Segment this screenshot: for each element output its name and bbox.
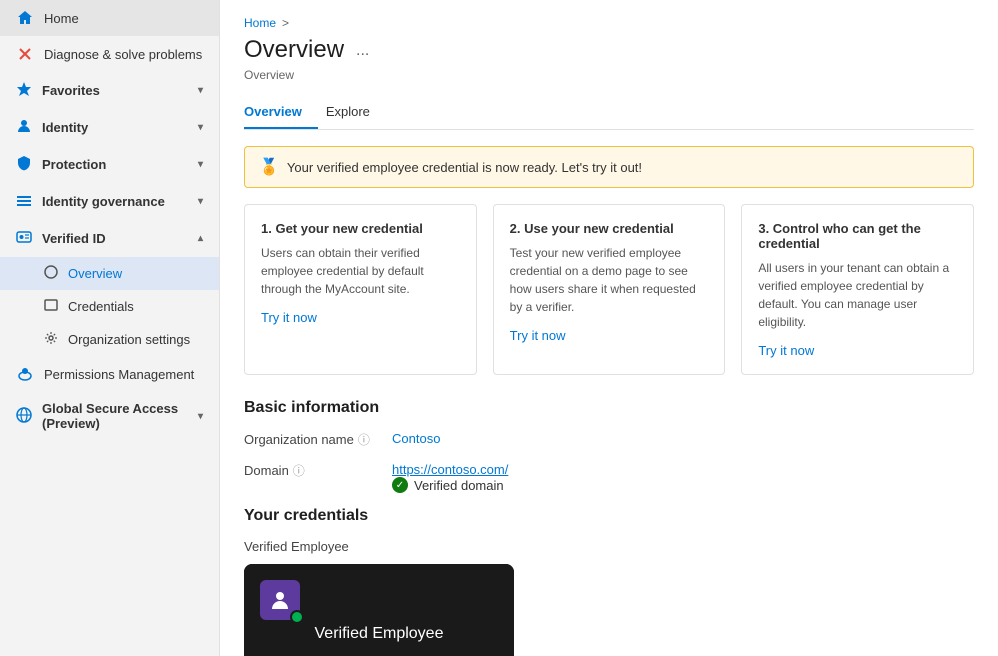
org-name-row: Organization name ⓘ Contoso <box>244 431 974 448</box>
breadcrumb: Home > <box>244 16 974 30</box>
banner: 🏅 Your verified employee credential is n… <box>244 146 974 188</box>
diagnose-icon <box>16 45 34 63</box>
sidebar-subitem-org-settings[interactable]: Organization settings <box>0 323 219 356</box>
credential-badge <box>290 610 304 624</box>
sidebar-verified-id-label: Verified ID <box>42 231 106 246</box>
card-3: 3. Control who can get the credential Al… <box>741 204 974 375</box>
org-name-value: Contoso <box>392 431 440 446</box>
chevron-down-icon: ▾ <box>198 159 203 170</box>
chevron-down-icon: ▾ <box>198 85 203 96</box>
chevron-up-icon: ▴ <box>198 233 203 244</box>
credentials-subtitle: Verified Employee <box>244 539 974 554</box>
credential-logo <box>260 580 300 620</box>
credentials-icon <box>44 298 58 315</box>
credential-name-overlay: Verified Employee <box>315 625 444 643</box>
sidebar-subitem-credentials-label: Credentials <box>68 299 134 314</box>
credentials-section-title: Your credentials <box>244 507 974 525</box>
banner-icon: 🏅 <box>259 157 279 177</box>
sidebar-item-home[interactable]: Home <box>0 0 219 36</box>
card-2-title: 2. Use your new credential <box>510 221 709 236</box>
overview-icon <box>44 265 58 282</box>
governance-icon <box>16 192 32 211</box>
page-subtitle: Overview <box>244 68 974 82</box>
tab-overview[interactable]: Overview <box>244 96 318 129</box>
sidebar-subitem-credentials[interactable]: Credentials <box>0 290 219 323</box>
breadcrumb-separator: > <box>282 16 289 30</box>
card-1-title: 1. Get your new credential <box>261 221 460 236</box>
page-title: Overview <box>244 36 344 64</box>
card-1-body: Users can obtain their verified employee… <box>261 244 460 298</box>
sidebar-item-identity[interactable]: Identity ▾ <box>0 109 219 146</box>
sidebar-item-identity-governance[interactable]: Identity governance ▾ <box>0 183 219 220</box>
domain-url[interactable]: https://contoso.com/ <box>392 462 508 477</box>
sidebar-item-diagnose[interactable]: Diagnose & solve problems <box>0 36 219 72</box>
tab-bar: Overview Explore <box>244 96 974 130</box>
sidebar-item-protection[interactable]: Protection ▾ <box>0 146 219 183</box>
domain-label: Domain ⓘ <box>244 462 384 479</box>
more-options-button[interactable]: ... <box>352 42 373 60</box>
org-settings-icon <box>44 331 58 348</box>
verified-domain-text: Verified domain <box>414 478 504 493</box>
banner-text: Your verified employee credential is now… <box>287 160 642 175</box>
credential-card: Verified Employee Contoso <box>244 564 514 656</box>
basic-info-title: Basic information <box>244 399 974 417</box>
sidebar-permissions-label: Permissions Management <box>44 367 194 382</box>
card-2: 2. Use your new credential Test your new… <box>493 204 726 375</box>
sidebar-subitem-overview-label: Overview <box>68 266 122 281</box>
sidebar-protection-label: Protection <box>42 157 106 172</box>
card-1: 1. Get your new credential Users can obt… <box>244 204 477 375</box>
domain-row: Domain ⓘ https://contoso.com/ ✓ Verified… <box>244 462 974 493</box>
org-name-label: Organization name ⓘ <box>244 431 384 448</box>
favorites-icon <box>16 81 32 100</box>
global-secure-icon <box>16 407 32 426</box>
sidebar-diagnose-label: Diagnose & solve problems <box>44 47 202 62</box>
domain-value: https://contoso.com/ ✓ Verified domain <box>392 462 508 493</box>
verified-id-icon <box>16 229 32 248</box>
card-2-link[interactable]: Try it now <box>510 328 566 343</box>
main-content: Home > Overview ... Overview Overview Ex… <box>220 0 998 656</box>
card-1-link[interactable]: Try it now <box>261 310 317 325</box>
sidebar-global-secure-label: Global Secure Access (Preview) <box>42 401 188 431</box>
home-icon <box>16 9 34 27</box>
sidebar-item-global-secure[interactable]: Global Secure Access (Preview) ▾ <box>0 392 219 440</box>
card-3-title: 3. Control who can get the credential <box>758 221 957 251</box>
sidebar-item-permissions[interactable]: Permissions Management <box>0 356 219 392</box>
chevron-down-icon: ▾ <box>198 122 203 133</box>
chevron-down-icon: ▾ <box>198 196 203 207</box>
cards-row: 1. Get your new credential Users can obt… <box>244 204 974 375</box>
verified-domain-row: ✓ Verified domain <box>392 477 508 493</box>
protection-icon <box>16 155 32 174</box>
permissions-icon <box>16 365 34 383</box>
card-2-body: Test your new verified employee credenti… <box>510 244 709 316</box>
card-3-link[interactable]: Try it now <box>758 343 814 358</box>
credentials-section: Your credentials Verified Employee Verif… <box>244 507 974 656</box>
sidebar-home-label: Home <box>44 11 79 26</box>
sidebar-subitem-overview[interactable]: Overview <box>0 257 219 290</box>
breadcrumb-home[interactable]: Home <box>244 16 276 30</box>
sidebar-subitem-org-settings-label: Organization settings <box>68 332 190 347</box>
identity-icon <box>16 118 32 137</box>
sidebar: Home Diagnose & solve problems Favorites… <box>0 0 220 656</box>
sidebar-favorites-label: Favorites <box>42 83 100 98</box>
card-3-body: All users in your tenant can obtain a ve… <box>758 259 957 331</box>
chevron-down-icon: ▾ <box>198 411 203 422</box>
sidebar-identity-label: Identity <box>42 120 88 135</box>
sidebar-governance-label: Identity governance <box>42 194 165 209</box>
sidebar-item-verified-id[interactable]: Verified ID ▴ <box>0 220 219 257</box>
org-name-help-icon[interactable]: ⓘ <box>358 431 370 448</box>
verified-check-icon: ✓ <box>392 477 408 493</box>
domain-help-icon[interactable]: ⓘ <box>293 462 305 479</box>
sidebar-item-favorites[interactable]: Favorites ▾ <box>0 72 219 109</box>
tab-explore[interactable]: Explore <box>326 96 386 129</box>
credential-card-inner: Verified Employee <box>244 564 514 656</box>
